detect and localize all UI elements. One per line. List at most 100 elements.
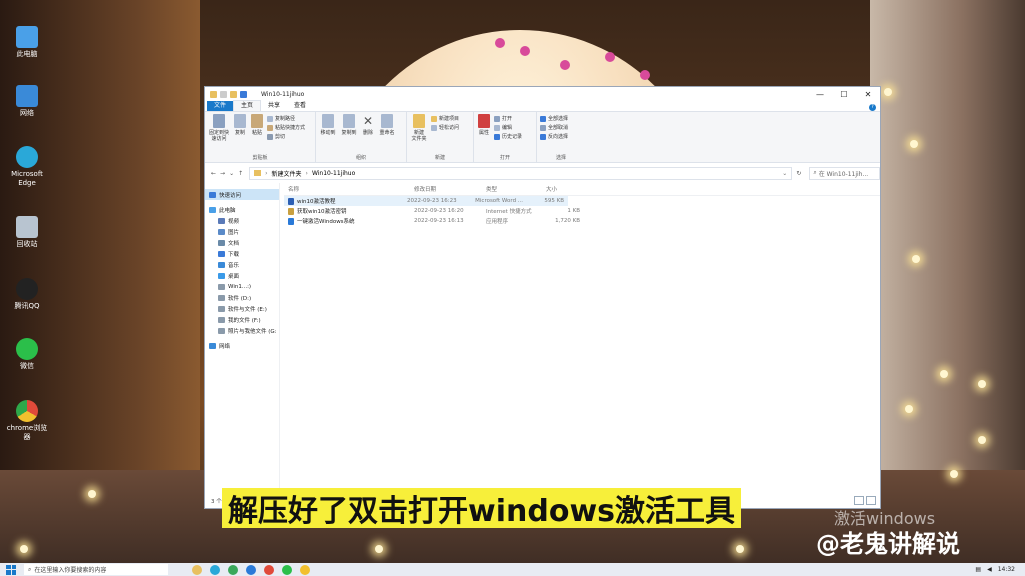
nav-item[interactable]: 视频	[205, 215, 279, 226]
network-tray-icon[interactable]: ▤	[975, 566, 981, 573]
address-bar[interactable]: › 新建文件夹 › Win10-11jihuo ⌄	[249, 166, 793, 180]
nav-item-label: 我的文件 (F:)	[228, 317, 261, 324]
select-all-button[interactable]: 全部选择	[540, 115, 568, 122]
drive-icon	[218, 283, 225, 290]
desktop-icon-network[interactable]: 网络	[4, 85, 50, 118]
tab-file[interactable]: 文件	[207, 101, 234, 111]
easy-access-button[interactable]: 轻松访问	[431, 124, 459, 131]
ribbon-tabs: 文件 主页 共享 查看 ?	[205, 100, 880, 112]
desktop-icon-recycle-bin[interactable]: 回收站	[4, 216, 50, 249]
back-arrow-icon[interactable]: ←	[211, 170, 216, 177]
nav-item[interactable]: 软件与文件 (E:)	[205, 303, 279, 314]
nav-item-label: 桌面	[228, 273, 240, 280]
nav-item[interactable]: Win1...:)	[205, 281, 279, 292]
open-button[interactable]: 打开	[494, 115, 522, 122]
nav-item[interactable]: 文档	[205, 237, 279, 248]
taskbar-app-icon[interactable]	[228, 564, 238, 575]
nav-item-label: 照片与我他文件 (G:	[228, 328, 277, 335]
nav-item-label: 视频	[228, 218, 240, 225]
desktop-icon-computer[interactable]: 此电脑	[4, 26, 50, 59]
taskbar-app-icon[interactable]	[246, 564, 256, 575]
move-to-icon	[322, 114, 334, 128]
chevron-down-icon[interactable]: ⌄	[782, 170, 787, 177]
desktop-icon-wechat[interactable]: 微信	[4, 338, 50, 371]
wallpaper-flower	[520, 46, 530, 56]
paste-shortcut-button[interactable]: 粘贴快捷方式	[267, 124, 305, 131]
window-controls: — ☐ ✕	[808, 90, 880, 99]
file-name-cell: 获取win10激活密钥	[284, 207, 410, 215]
paste-icon	[251, 114, 263, 128]
desktop-icon-chrome[interactable]: chrome浏览器	[4, 400, 50, 442]
file-row[interactable]: 获取win10激活密钥 2022-09-23 16:20 Internet 快捷方式…	[284, 206, 880, 216]
ribbon-group-organize: 移动到 复制到 ✕ 删除 重命名 组织	[316, 112, 407, 162]
column-header-type[interactable]: 类型	[482, 185, 542, 193]
history-button[interactable]: 历史记录	[494, 133, 522, 140]
up-arrow-icon[interactable]: ↑	[238, 170, 243, 177]
close-button[interactable]: ✕	[856, 90, 880, 99]
edge-icon	[16, 146, 38, 168]
file-row[interactable]: 一键激活Windows系统 2022-09-23 16:13 应用程序 1,720 K…	[284, 216, 880, 226]
edit-button[interactable]: 编辑	[494, 124, 522, 131]
taskbar-app-icon[interactable]	[300, 564, 310, 575]
taskbar-search-input[interactable]: ⌕ 在这里输入你要搜索的内容	[24, 564, 168, 575]
nav-item[interactable]: 图片	[205, 226, 279, 237]
nav-item[interactable]: 照片与我他文件 (G:	[205, 325, 279, 336]
breadcrumb-current[interactable]: Win10-11jihuo	[312, 170, 355, 177]
desktop-icon-edge[interactable]: Microsoft Edge	[4, 146, 50, 188]
qq-icon	[16, 278, 38, 300]
navigation-pane: 快速访问此电脑视频 图片 文档 下载音乐桌面 Win1...:) 软件 (D:) 软件与文件…	[205, 183, 280, 495]
tab-share[interactable]: 共享	[261, 101, 287, 111]
nav-item-label: 网络	[219, 343, 231, 350]
nav-item[interactable]: 快速访问	[205, 189, 279, 200]
wallpaper-light	[912, 255, 920, 263]
details-view-icon[interactable]	[854, 496, 864, 505]
properties-icon[interactable]	[220, 90, 227, 98]
taskbar-app-icon[interactable]	[264, 564, 274, 575]
pin-icon	[213, 114, 225, 128]
clock[interactable]: 14:32	[998, 566, 1015, 573]
refresh-icon[interactable]: ↻	[796, 170, 801, 177]
wallpaper-flower	[495, 38, 505, 48]
nav-item[interactable]: 下载	[205, 248, 279, 259]
column-header-size[interactable]: 大小	[542, 185, 580, 193]
breadcrumb-root[interactable]: 新建文件夹	[272, 169, 302, 178]
search-input[interactable]: ⌕ 在 Win10-11jih...	[809, 166, 880, 180]
nav-item[interactable]: 此电脑	[205, 204, 279, 215]
view-buttons	[854, 496, 876, 505]
tab-home[interactable]: 主页	[233, 100, 262, 111]
column-header-date[interactable]: 修改日期	[410, 185, 482, 193]
taskbar-app-icon[interactable]	[210, 564, 220, 575]
nav-item[interactable]: 网络	[205, 340, 279, 351]
volume-icon[interactable]: ◀	[987, 566, 992, 573]
column-header-name[interactable]: 名称	[284, 185, 410, 193]
large-icons-view-icon[interactable]	[866, 496, 876, 505]
file-row[interactable]: win10激活教程 2022-09-23 16:23 Microsoft Word …	[284, 196, 568, 206]
nav-item[interactable]: 我的文件 (F:)	[205, 314, 279, 325]
forward-arrow-icon[interactable]: →	[220, 170, 225, 177]
new-item-button[interactable]: 新建项目	[431, 115, 459, 122]
copy-path-button[interactable]: 复制路径	[267, 115, 305, 122]
tab-view[interactable]: 查看	[287, 101, 313, 111]
help-icon[interactable]: ?	[869, 104, 876, 111]
new-item-icon	[431, 115, 437, 122]
desktop-icon-qq[interactable]: 腾讯QQ	[4, 278, 50, 311]
nav-item[interactable]: 软件 (D:)	[205, 292, 279, 303]
new-folder-icon[interactable]	[230, 90, 237, 98]
taskbar-app-icon[interactable]	[282, 564, 292, 575]
minimize-button[interactable]: —	[808, 90, 832, 99]
maximize-button[interactable]: ☐	[832, 90, 856, 99]
nav-item-label: 音乐	[228, 262, 240, 269]
start-button[interactable]	[6, 564, 16, 575]
properties-icon	[478, 114, 490, 128]
nav-item[interactable]: 音乐	[205, 259, 279, 270]
taskbar-app-icon[interactable]	[192, 564, 202, 575]
select-none-button[interactable]: 全部取消	[540, 124, 568, 131]
wallpaper-light	[20, 545, 28, 553]
invert-selection-button[interactable]: 反向选择	[540, 133, 568, 140]
undo-icon[interactable]	[240, 90, 247, 98]
nav-item[interactable]: 桌面	[205, 270, 279, 281]
file-explorer-window: Win10-11jihuo — ☐ ✕ 文件 主页 共享 查看 ? 固定到快速访…	[204, 86, 881, 509]
cut-button[interactable]: 剪切	[267, 133, 305, 140]
chevron-down-icon[interactable]: ⌄	[229, 170, 234, 177]
folder-icon[interactable]	[210, 90, 217, 98]
